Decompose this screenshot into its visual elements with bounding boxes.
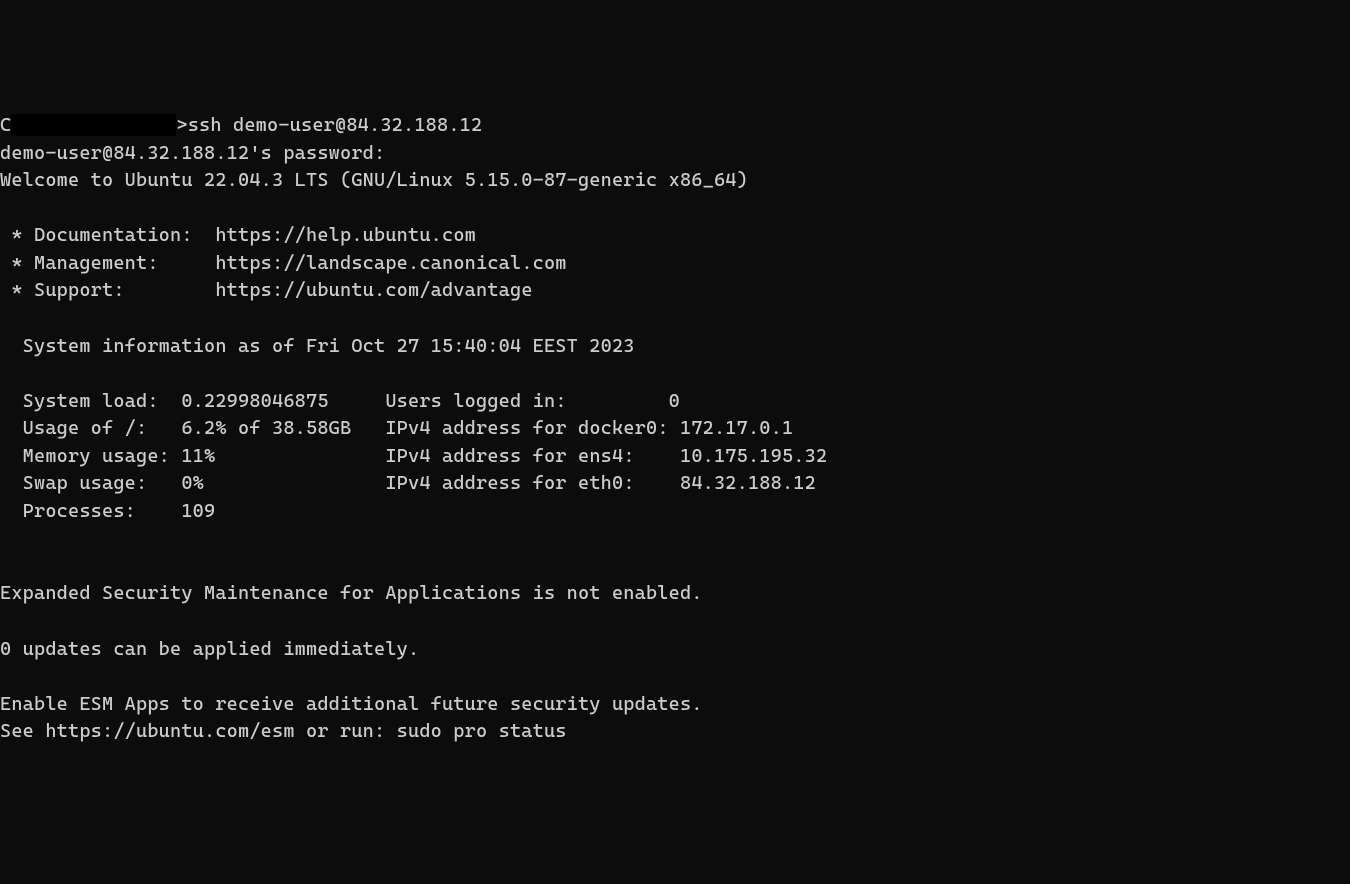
stat-processes: Processes: 109	[0, 500, 215, 522]
stat-system-load: System load: 0.22998046875	[0, 390, 385, 412]
updates-line: 0 updates can be applied immediately.	[0, 638, 419, 660]
enable-esm-line-1: Enable ESM Apps to receive additional fu…	[0, 693, 703, 715]
stat-memory: Memory usage: 11%	[0, 445, 385, 467]
stat-users-logged-in: Users logged in: 0	[385, 390, 680, 412]
doc-url: https://help.ubuntu.com	[215, 224, 476, 246]
stat-ipv4-eth0: IPv4 address for eth0: 84.32.188.12	[385, 472, 816, 494]
redacted-path	[11, 114, 176, 136]
stat-ipv4-docker0: IPv4 address for docker0: 172.17.0.1	[385, 417, 793, 439]
password-prompt: demo-user@84.32.188.12's password:	[0, 142, 385, 164]
welcome-line: Welcome to Ubuntu 22.04.3 LTS (GNU/Linux…	[0, 169, 748, 191]
sysinfo-header: System information as of Fri Oct 27 15:4…	[0, 335, 635, 357]
prompt-suffix: >	[176, 114, 187, 136]
doc-label: * Documentation:	[0, 224, 215, 246]
prompt-prefix: C	[0, 114, 11, 136]
mgmt-label: * Management:	[0, 252, 215, 274]
support-url: https://ubuntu.com/advantage	[215, 279, 532, 301]
stat-swap: Swap usage: 0%	[0, 472, 385, 494]
enable-esm-line-2: See https://ubuntu.com/esm or run: sudo …	[0, 720, 567, 742]
stat-usage: Usage of /: 6.2% of 38.58GB	[0, 417, 385, 439]
ssh-command: ssh demo-user@84.32.188.12	[188, 114, 483, 136]
esm-status-line: Expanded Security Maintenance for Applic…	[0, 582, 703, 604]
terminal-output[interactable]: C >ssh demo-user@84.32.188.12 demo-user@8…	[0, 112, 1350, 746]
support-label: * Support:	[0, 279, 215, 301]
stat-ipv4-ens4: IPv4 address for ens4: 10.175.195.32	[385, 445, 827, 467]
mgmt-url: https://landscape.canonical.com	[215, 252, 566, 274]
